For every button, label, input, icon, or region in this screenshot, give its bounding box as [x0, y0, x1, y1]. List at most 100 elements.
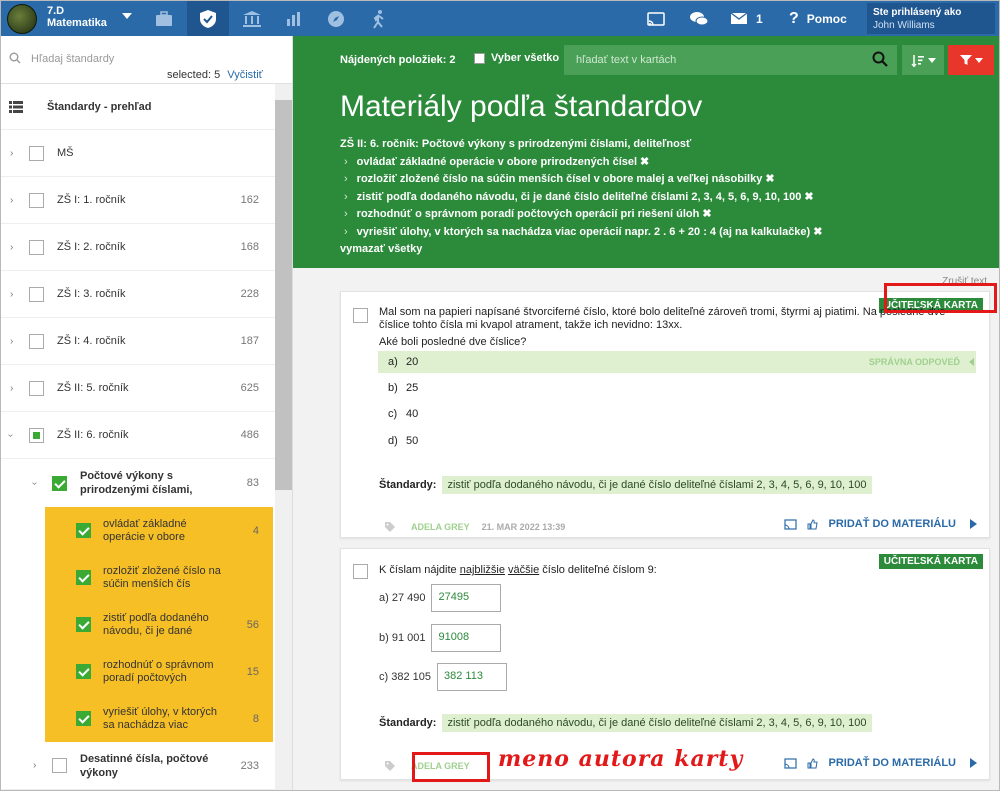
add-to-material-button[interactable]: PRIDAŤ DO MATERIÁLU: [828, 518, 956, 530]
bar-chart-icon[interactable]: [273, 1, 315, 36]
chevron-down-icon[interactable]: ›: [5, 433, 16, 436]
tree-checkbox-checked[interactable]: [76, 523, 91, 538]
chevron-right-icon[interactable]: ›: [10, 195, 13, 206]
compass-icon[interactable]: [315, 1, 357, 36]
tree-checkbox-checked[interactable]: [76, 664, 91, 679]
select-all-checkbox[interactable]: Vyber všetko: [474, 52, 559, 64]
tree-leaf[interactable]: rozložiť zložené číslo na súčin menších …: [1, 554, 275, 601]
tree-checkbox[interactable]: [29, 239, 44, 255]
tag-icon[interactable]: [385, 761, 395, 771]
answer-option[interactable]: a) 20 SPRÁVNA ODPOVEĎ: [378, 351, 976, 373]
tree-checkbox-checked[interactable]: [76, 617, 91, 632]
tree-leaf[interactable]: rozhodnúť o správnom poradí počtových 15: [1, 648, 275, 695]
remove-x-icon[interactable]: ✖: [813, 226, 822, 238]
play-icon[interactable]: [970, 758, 977, 768]
tree-leaf-count: 4: [252, 524, 259, 537]
cast-icon[interactable]: [647, 1, 665, 36]
tree-leaf[interactable]: vyriešiť úlohy, v ktorých sa nachádza vi…: [1, 695, 275, 742]
running-icon[interactable]: [357, 1, 399, 36]
tree-leaf[interactable]: ovládať základné operácie v obore 4: [1, 507, 275, 554]
tree-checkbox[interactable]: [29, 380, 44, 396]
active-standards: ZŠ II: 6. ročník: Počtové výkony s priro…: [340, 136, 822, 259]
chevron-right-icon[interactable]: ›: [10, 383, 13, 394]
tree-item-zs1-3[interactable]: › ZŠ I: 3. ročník 228: [1, 271, 275, 318]
chat-icon[interactable]: [689, 1, 709, 36]
standard-tag[interactable]: zistiť podľa dodaného návodu, či je dané…: [442, 476, 872, 494]
play-icon[interactable]: [970, 519, 977, 529]
tree-checkbox-checked[interactable]: [76, 570, 91, 585]
cast-icon[interactable]: [784, 518, 798, 530]
user-menu[interactable]: Ste prihlásený ako John Williams: [867, 3, 995, 34]
filter-button[interactable]: [948, 45, 994, 75]
tree-checkbox-partial[interactable]: [29, 427, 44, 443]
thumbs-up-icon[interactable]: [807, 518, 819, 530]
help-button[interactable]: ? Pomoc: [789, 1, 847, 36]
materials-header: Nájdených položiek: 2 Vyber všetko hľada…: [293, 36, 999, 268]
tree-item-desatinne[interactable]: › Desatinné čísla, počtové výkony 233: [1, 742, 275, 790]
sidebar-scrollbar-thumb[interactable]: [275, 100, 292, 490]
checkbox[interactable]: [474, 52, 485, 64]
sort-button[interactable]: [902, 45, 944, 75]
remove-x-icon[interactable]: ✖: [640, 156, 649, 168]
tree-item-ms[interactable]: › MŠ: [1, 130, 275, 177]
building-icon[interactable]: [231, 1, 273, 36]
tree-item-zs2-5[interactable]: › ZŠ II: 5. ročník 625: [1, 365, 275, 412]
standards-overview-header[interactable]: Štandardy - prehľad: [1, 84, 292, 130]
tree-item-zs1-1[interactable]: › ZŠ I: 1. ročník 162: [1, 177, 275, 224]
chevron-right-icon[interactable]: ›: [10, 242, 13, 253]
tree-leaf-label: ovládať základné operácie v obore: [103, 517, 187, 543]
tree-leaf[interactable]: zistiť podľa dodaného návodu, či je dané…: [1, 601, 275, 648]
tree-item-zs1-4[interactable]: › ZŠ I: 4. ročník 187: [1, 318, 275, 365]
tree-item-zs2-6[interactable]: › ZŠ II: 6. ročník 486: [1, 412, 275, 459]
clear-all-link[interactable]: vymazať všetky: [340, 241, 822, 259]
mail-button[interactable]: 1: [730, 1, 763, 36]
shield-check-icon[interactable]: [187, 1, 229, 36]
cast-icon[interactable]: [784, 757, 798, 769]
chevron-right-icon[interactable]: ›: [10, 148, 13, 159]
chevron-right-icon[interactable]: ›: [10, 289, 13, 300]
tree-checkbox[interactable]: [29, 286, 44, 302]
tree-checkbox[interactable]: [29, 145, 44, 161]
answer-input[interactable]: 27495: [431, 584, 502, 612]
tag-icon[interactable]: [385, 522, 395, 532]
card-checkbox[interactable]: [353, 308, 368, 323]
tree-checkbox-checked[interactable]: [52, 475, 67, 491]
tree-item-zs1-2[interactable]: › ZŠ I: 2. ročník 168: [1, 224, 275, 271]
remove-x-icon[interactable]: ✖: [702, 208, 711, 220]
answer-option[interactable]: c) 40: [378, 403, 976, 425]
class-avatar[interactable]: [7, 4, 37, 34]
answer-input[interactable]: 382 113: [436, 663, 507, 691]
tree-checkbox[interactable]: [29, 192, 44, 208]
selected-count: selected: 5: [167, 69, 221, 81]
clear-selection-link[interactable]: Vyčistiť: [227, 69, 263, 81]
remove-x-icon[interactable]: ✖: [765, 173, 774, 185]
answer-input[interactable]: 91008: [431, 624, 502, 652]
chevron-right-icon[interactable]: ›: [33, 760, 36, 771]
remove-x-icon[interactable]: ✖: [804, 191, 813, 203]
tree-item-pocitove-vykony[interactable]: › Počtové výkony s prirodzenými číslami,…: [1, 459, 275, 507]
answer-letter: d): [388, 435, 398, 447]
standards-search-input[interactable]: Hľadaj štandardy: [31, 53, 114, 65]
chevron-down-icon[interactable]: ›: [29, 481, 40, 484]
search-icon[interactable]: [872, 51, 888, 67]
sort-icon: [910, 54, 924, 67]
caret-down-icon: [927, 57, 936, 63]
card-text-search-input[interactable]: hľadať text v kartách: [564, 45, 897, 75]
answer-value: 40: [406, 408, 419, 420]
tree-checkbox[interactable]: [29, 333, 44, 349]
class-dropdown-caret-icon[interactable]: [122, 13, 132, 19]
card-checkbox[interactable]: [353, 564, 368, 579]
tree-checkbox-checked[interactable]: [76, 711, 91, 726]
tree-checkbox[interactable]: [52, 758, 67, 773]
thumbs-up-icon[interactable]: [807, 757, 819, 769]
answer-option[interactable]: d) 50: [378, 430, 976, 452]
add-to-material-button[interactable]: PRIDAŤ DO MATERIÁLU: [828, 757, 956, 769]
card-author[interactable]: ADELA GREY: [411, 522, 470, 532]
briefcase-icon[interactable]: [143, 1, 185, 36]
standard-tag[interactable]: zistiť podľa dodaného návodu, či je dané…: [442, 714, 872, 732]
chevron-right-icon[interactable]: ›: [10, 336, 13, 347]
answer-option[interactable]: b) 25: [378, 377, 976, 399]
class-selector[interactable]: 7.D Matematika: [47, 5, 107, 29]
standards-label: Štandardy:: [379, 717, 437, 729]
standard-filter-item: › vyriešiť úlohy, v ktorých sa nachádza v…: [340, 224, 822, 242]
